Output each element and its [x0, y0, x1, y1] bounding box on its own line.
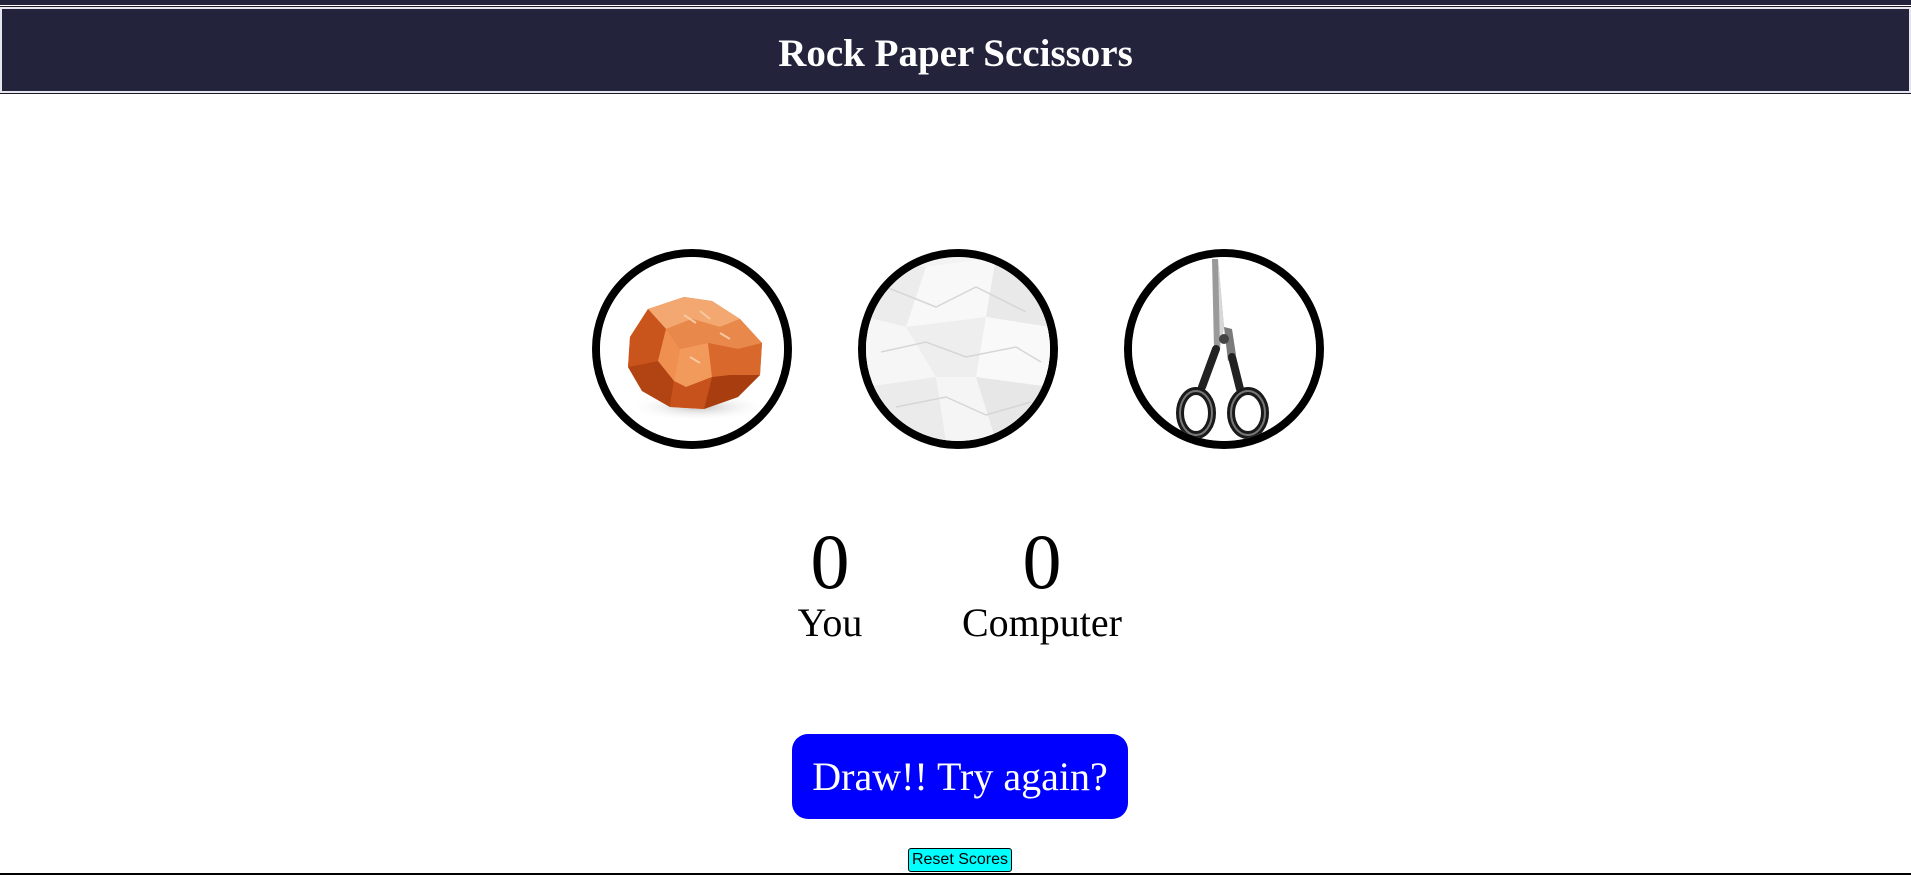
computer-score-value: 0 — [1022, 518, 1062, 605]
scissors-icon — [1132, 257, 1316, 441]
computer-score: 0 Computer — [940, 523, 1144, 645]
page: Rock Paper Sccissors 0 You 0 Computer Dr… — [0, 0, 1911, 875]
user-score-value: 0 — [810, 518, 850, 605]
computer-score-label: Computer — [962, 600, 1122, 645]
rock-icon — [600, 257, 784, 441]
scissors-choice-button[interactable] — [1124, 249, 1324, 449]
reset-scores-button[interactable]: Reset Scores — [908, 848, 1012, 872]
result-message-button[interactable]: Draw!! Try again? — [792, 734, 1128, 819]
rock-choice-button[interactable] — [592, 249, 792, 449]
user-score: 0 You — [760, 523, 900, 645]
user-score-label: You — [797, 600, 863, 645]
header-bar: Rock Paper Sccissors — [0, 6, 1911, 94]
page-title: Rock Paper Sccissors — [778, 31, 1133, 75]
paper-choice-button[interactable] — [858, 249, 1058, 449]
paper-icon — [866, 257, 1050, 441]
